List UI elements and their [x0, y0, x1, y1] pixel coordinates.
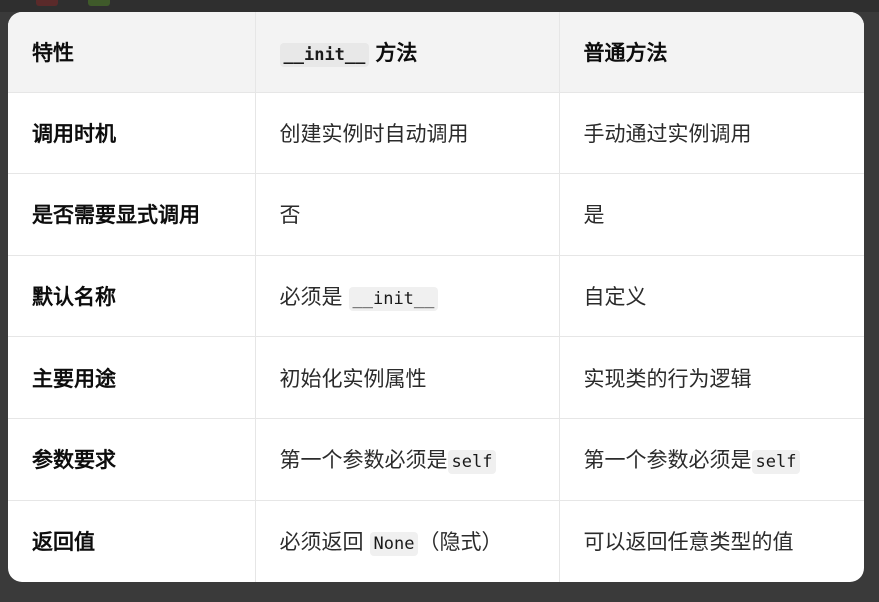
header-feature: 特性 — [8, 12, 256, 93]
row-normal-cell: 自定义 — [559, 255, 864, 338]
header-init-method: __init__ 方法 — [255, 12, 560, 93]
table-row: 返回值 必须返回 None （隐式） 可以返回任意类型的值 — [8, 500, 864, 582]
row-init-code: __init__ — [348, 287, 439, 312]
row-init-cell: 必须是 __init__ — [255, 255, 560, 338]
table-row: 是否需要显式调用 否 是 — [8, 173, 864, 256]
row-normal-cell: 手动通过实例调用 — [559, 92, 864, 175]
row-init-cell: 创建实例时自动调用 — [255, 92, 560, 175]
row-normal-cell: 是 — [559, 173, 864, 256]
tab-marker — [36, 0, 58, 6]
row-normal-cell: 实现类的行为逻辑 — [559, 336, 864, 420]
row-feature: 是否需要显式调用 — [8, 173, 256, 256]
row-normal-code: self — [751, 450, 801, 475]
row-feature: 主要用途 — [8, 336, 256, 420]
row-init-suffix: （隐式） — [418, 530, 503, 555]
table-row: 默认名称 必须是 __init__ 自定义 — [8, 255, 864, 338]
comparison-table: 特性 __init__ 方法 普通方法 调用时机 创建实例时自动调用 手动通过实例… — [8, 12, 864, 582]
row-init-cell: 初始化实例属性 — [255, 336, 560, 420]
row-init-code: None — [369, 532, 419, 557]
header-normal-method: 普通方法 — [559, 12, 864, 93]
row-init-text: 第一个参数必须是 — [279, 448, 448, 473]
row-normal-cell: 第一个参数必须是 self — [559, 418, 864, 501]
row-init-text: 必须返回 — [279, 530, 364, 555]
table-row: 参数要求 第一个参数必须是 self 第一个参数必须是 self — [8, 418, 864, 501]
row-init-cell: 第一个参数必须是 self — [255, 418, 560, 501]
header-init-suffix: 方法 — [375, 40, 418, 65]
row-init-cell: 否 — [255, 173, 560, 256]
table-header-row: 特性 __init__ 方法 普通方法 — [8, 12, 864, 93]
header-init-code: __init__ — [279, 42, 370, 67]
row-feature: 参数要求 — [8, 418, 256, 501]
row-init-code: self — [447, 450, 497, 475]
tab-marker — [88, 0, 110, 6]
row-feature: 默认名称 — [8, 255, 256, 338]
row-normal-text: 第一个参数必须是 — [583, 448, 752, 473]
row-normal-cell: 可以返回任意类型的值 — [583, 530, 794, 555]
top-window-bar — [0, 0, 879, 12]
comparison-table-card: 特性 __init__ 方法 普通方法 调用时机 创建实例时自动调用 手动通过实例… — [8, 12, 864, 582]
row-init-cell: 必须返回 None （隐式） — [255, 500, 560, 582]
table-row: 调用时机 创建实例时自动调用 手动通过实例调用 — [8, 92, 864, 175]
row-feature: 调用时机 — [8, 92, 256, 175]
table-row: 主要用途 初始化实例属性 实现类的行为逻辑 — [8, 336, 864, 420]
row-init-text: 必须是 — [279, 285, 343, 310]
row-feature: 返回值 — [8, 500, 256, 582]
